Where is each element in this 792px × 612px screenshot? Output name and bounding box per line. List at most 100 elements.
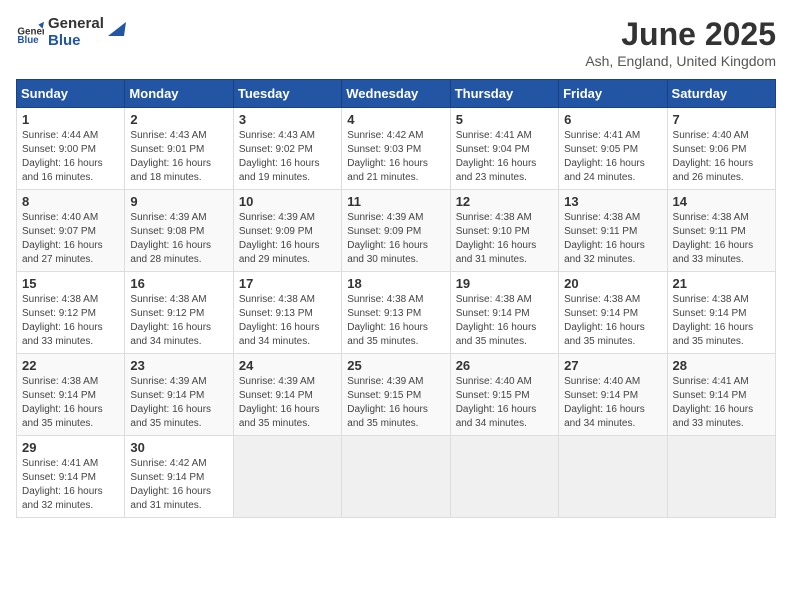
calendar-cell: 14Sunrise: 4:38 AM Sunset: 9:11 PM Dayli… <box>667 190 775 272</box>
calendar-week-1: 1Sunrise: 4:44 AM Sunset: 9:00 PM Daylig… <box>17 108 776 190</box>
calendar-cell: 29 Sunrise: 4:41 AM Sunset: 9:14 PM Dayli… <box>17 436 125 518</box>
day-number: 1 <box>22 112 119 127</box>
day-info: Sunrise: 4:38 AM Sunset: 9:13 PM Dayligh… <box>347 293 444 349</box>
day-info: Sunrise: 4:43 AM Sunset: 9:02 PM Dayligh… <box>239 129 336 185</box>
calendar-cell: 8 Sunrise: 4:40 AM Sunset: 9:07 PM Daylig… <box>17 190 125 272</box>
header-day-monday: Monday <box>125 80 233 108</box>
day-info: Sunrise: 4:42 AM Sunset: 9:03 PM Dayligh… <box>347 129 444 185</box>
day-info: Sunrise: 4:43 AM Sunset: 9:01 PM Dayligh… <box>130 129 227 185</box>
day-info: Sunrise: 4:39 AM Sunset: 9:15 PM Dayligh… <box>347 375 444 431</box>
day-info: Sunrise: 4:42 AM Sunset: 9:14 PM Dayligh… <box>130 457 227 513</box>
day-number: 19 <box>456 276 553 291</box>
day-info: Sunrise: 4:39 AM Sunset: 9:09 PM Dayligh… <box>239 211 336 267</box>
day-number: 25 <box>347 358 444 373</box>
day-number: 9 <box>130 194 227 209</box>
calendar-cell: 2 Sunrise: 4:43 AM Sunset: 9:01 PM Daylig… <box>125 108 233 190</box>
day-info: Sunrise: 4:41 AM Sunset: 9:14 PM Dayligh… <box>22 457 119 513</box>
day-info: Sunrise: 4:39 AM Sunset: 9:08 PM Dayligh… <box>130 211 227 267</box>
calendar-cell: 9 Sunrise: 4:39 AM Sunset: 9:08 PM Daylig… <box>125 190 233 272</box>
day-number: 6 <box>564 112 661 127</box>
calendar-cell: 18 Sunrise: 4:38 AM Sunset: 9:13 PM Dayli… <box>342 272 450 354</box>
day-number: 26 <box>456 358 553 373</box>
calendar-header: SundayMondayTuesdayWednesdayThursdayFrid… <box>17 80 776 108</box>
day-number: 16 <box>130 276 227 291</box>
day-info: Sunrise: 4:38 AM Sunset: 9:14 PM Dayligh… <box>22 375 119 431</box>
header-day-saturday: Saturday <box>667 80 775 108</box>
header-day-wednesday: Wednesday <box>342 80 450 108</box>
day-info: Sunrise: 4:38 AM Sunset: 9:10 PM Dayligh… <box>456 211 553 267</box>
header-day-thursday: Thursday <box>450 80 558 108</box>
day-info: Sunrise: 4:38 AM Sunset: 9:11 PM Dayligh… <box>673 211 770 267</box>
svg-text:Blue: Blue <box>17 34 39 45</box>
calendar-week-4: 22 Sunrise: 4:38 AM Sunset: 9:14 PM Dayli… <box>17 354 776 436</box>
day-info: Sunrise: 4:38 AM Sunset: 9:14 PM Dayligh… <box>456 293 553 349</box>
day-number: 10 <box>239 194 336 209</box>
calendar-cell <box>559 436 667 518</box>
month-title: June 2025 <box>585 16 776 53</box>
calendar-cell <box>450 436 558 518</box>
calendar-cell: 25 Sunrise: 4:39 AM Sunset: 9:15 PM Dayli… <box>342 354 450 436</box>
day-info: Sunrise: 4:38 AM Sunset: 9:12 PM Dayligh… <box>22 293 119 349</box>
calendar-cell: 4 Sunrise: 4:42 AM Sunset: 9:03 PM Daylig… <box>342 108 450 190</box>
calendar-cell <box>667 436 775 518</box>
calendar-cell: 28Sunrise: 4:41 AM Sunset: 9:14 PM Dayli… <box>667 354 775 436</box>
day-number: 8 <box>22 194 119 209</box>
logo-general-text: General <box>48 16 104 33</box>
day-number: 27 <box>564 358 661 373</box>
day-number: 4 <box>347 112 444 127</box>
calendar-cell: 12 Sunrise: 4:38 AM Sunset: 9:10 PM Dayli… <box>450 190 558 272</box>
calendar-cell: 6Sunrise: 4:41 AM Sunset: 9:05 PM Daylig… <box>559 108 667 190</box>
calendar-cell: 21 Sunrise: 4:38 AM Sunset: 9:14 PM Dayli… <box>667 272 775 354</box>
calendar-cell: 10 Sunrise: 4:39 AM Sunset: 9:09 PM Dayli… <box>233 190 341 272</box>
day-number: 12 <box>456 194 553 209</box>
calendar-cell: 20Sunrise: 4:38 AM Sunset: 9:14 PM Dayli… <box>559 272 667 354</box>
calendar-cell: 22 Sunrise: 4:38 AM Sunset: 9:14 PM Dayli… <box>17 354 125 436</box>
day-number: 22 <box>22 358 119 373</box>
calendar-cell: 23 Sunrise: 4:39 AM Sunset: 9:14 PM Dayli… <box>125 354 233 436</box>
day-number: 13 <box>564 194 661 209</box>
header-day-sunday: Sunday <box>17 80 125 108</box>
day-number: 29 <box>22 440 119 455</box>
day-number: 15 <box>22 276 119 291</box>
calendar-cell: 30 Sunrise: 4:42 AM Sunset: 9:14 PM Dayli… <box>125 436 233 518</box>
calendar-cell: 19 Sunrise: 4:38 AM Sunset: 9:14 PM Dayli… <box>450 272 558 354</box>
calendar-cell <box>233 436 341 518</box>
day-info: Sunrise: 4:39 AM Sunset: 9:14 PM Dayligh… <box>130 375 227 431</box>
logo-arrow-icon <box>104 18 126 40</box>
day-number: 30 <box>130 440 227 455</box>
title-area: June 2025 Ash, England, United Kingdom <box>585 16 776 69</box>
calendar-cell: 27Sunrise: 4:40 AM Sunset: 9:14 PM Dayli… <box>559 354 667 436</box>
calendar-cell: 1Sunrise: 4:44 AM Sunset: 9:00 PM Daylig… <box>17 108 125 190</box>
day-number: 20 <box>564 276 661 291</box>
day-info: Sunrise: 4:41 AM Sunset: 9:04 PM Dayligh… <box>456 129 553 185</box>
day-number: 24 <box>239 358 336 373</box>
header-day-tuesday: Tuesday <box>233 80 341 108</box>
day-info: Sunrise: 4:39 AM Sunset: 9:14 PM Dayligh… <box>239 375 336 431</box>
day-info: Sunrise: 4:38 AM Sunset: 9:11 PM Dayligh… <box>564 211 661 267</box>
calendar-body: 1Sunrise: 4:44 AM Sunset: 9:00 PM Daylig… <box>17 108 776 518</box>
page-header: General Blue General Blue June 2025 Ash,… <box>16 16 776 69</box>
header-day-friday: Friday <box>559 80 667 108</box>
day-number: 3 <box>239 112 336 127</box>
calendar-week-3: 15 Sunrise: 4:38 AM Sunset: 9:12 PM Dayli… <box>17 272 776 354</box>
day-number: 18 <box>347 276 444 291</box>
day-number: 5 <box>456 112 553 127</box>
logo-blue-text: Blue <box>48 33 104 50</box>
day-number: 11 <box>347 194 444 209</box>
day-number: 2 <box>130 112 227 127</box>
calendar-cell: 24 Sunrise: 4:39 AM Sunset: 9:14 PM Dayli… <box>233 354 341 436</box>
day-info: Sunrise: 4:40 AM Sunset: 9:06 PM Dayligh… <box>673 129 770 185</box>
calendar-cell: 3 Sunrise: 4:43 AM Sunset: 9:02 PM Daylig… <box>233 108 341 190</box>
day-info: Sunrise: 4:38 AM Sunset: 9:14 PM Dayligh… <box>673 293 770 349</box>
day-number: 23 <box>130 358 227 373</box>
day-number: 28 <box>673 358 770 373</box>
calendar-cell: 26Sunrise: 4:40 AM Sunset: 9:15 PM Dayli… <box>450 354 558 436</box>
day-number: 7 <box>673 112 770 127</box>
calendar-cell: 15 Sunrise: 4:38 AM Sunset: 9:12 PM Dayli… <box>17 272 125 354</box>
location-title: Ash, England, United Kingdom <box>585 53 776 69</box>
logo-icon: General Blue <box>16 19 44 47</box>
calendar-cell <box>342 436 450 518</box>
day-number: 21 <box>673 276 770 291</box>
day-info: Sunrise: 4:40 AM Sunset: 9:07 PM Dayligh… <box>22 211 119 267</box>
day-info: Sunrise: 4:38 AM Sunset: 9:13 PM Dayligh… <box>239 293 336 349</box>
